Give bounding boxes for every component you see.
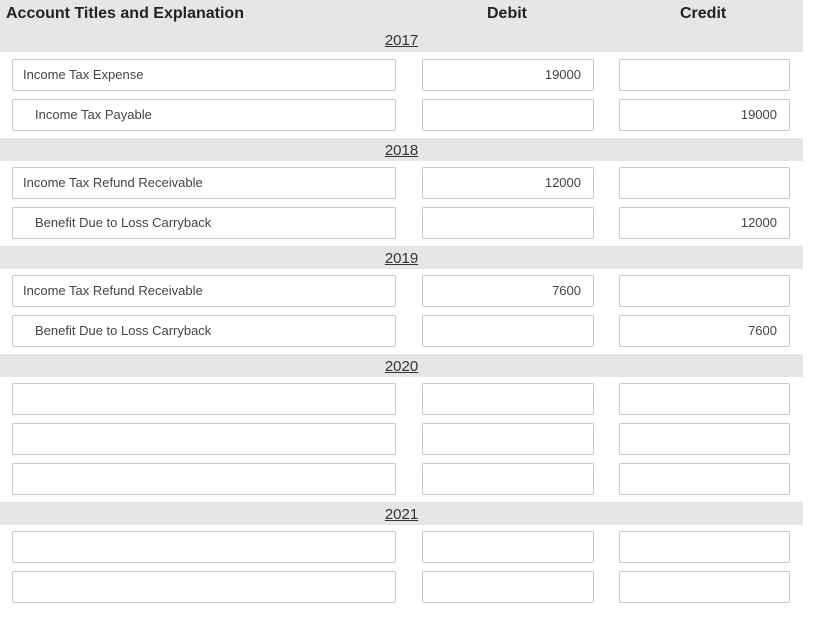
account-title-input[interactable]: Benefit Due to Loss Carryback xyxy=(12,207,396,239)
account-title-input[interactable]: Income Tax Expense xyxy=(12,59,396,91)
debit-input[interactable] xyxy=(422,383,594,415)
year-section-2019: 2019 Income Tax Refund Receivable 7600 Bene… xyxy=(0,241,815,349)
debit-input[interactable] xyxy=(422,423,594,455)
year-section-2018: 2018 Income Tax Refund Receivable 12000 Ben… xyxy=(0,133,815,241)
credit-input[interactable] xyxy=(619,383,790,415)
journal-row xyxy=(0,565,815,605)
debit-input[interactable] xyxy=(422,99,594,131)
account-title-input[interactable] xyxy=(12,423,396,455)
account-title-input[interactable] xyxy=(12,463,396,495)
journal-entries: Income Tax Expense 19000 Income Tax Payabl… xyxy=(0,52,815,605)
account-title-input[interactable]: Income Tax Payable xyxy=(12,99,396,131)
debit-input[interactable] xyxy=(422,463,594,495)
journal-row: Income Tax Refund Receivable 7600 xyxy=(0,269,815,309)
year-section-2017: Income Tax Expense 19000 Income Tax Payabl… xyxy=(0,52,815,133)
year-label: 2017 xyxy=(384,32,419,49)
year-band: 2020 xyxy=(0,354,803,377)
table-header: Account Titles and Explanation Debit Cre… xyxy=(0,0,803,52)
journal-row xyxy=(0,525,815,565)
journal-row: Income Tax Payable 19000 xyxy=(0,93,815,133)
debit-input[interactable]: 12000 xyxy=(422,167,594,199)
debit-input[interactable]: 7600 xyxy=(422,275,594,307)
journal-row: Income Tax Refund Receivable 12000 xyxy=(0,161,815,201)
credit-input[interactable] xyxy=(619,167,790,199)
year-label: 2018 xyxy=(384,142,419,159)
journal-row: Benefit Due to Loss Carryback 7600 xyxy=(0,309,815,349)
year-section-2020: 2020 xyxy=(0,349,815,497)
account-title-input[interactable]: Income Tax Refund Receivable xyxy=(12,275,396,307)
year-band: 2018 xyxy=(0,138,803,161)
debit-input[interactable] xyxy=(422,531,594,563)
year-section-2021: 2021 xyxy=(0,497,815,605)
year-band: 2019 xyxy=(0,246,803,269)
debit-input[interactable] xyxy=(422,207,594,239)
credit-input[interactable] xyxy=(619,423,790,455)
journal-row: Income Tax Expense 19000 xyxy=(0,53,815,93)
credit-input[interactable] xyxy=(619,275,790,307)
debit-input[interactable] xyxy=(422,315,594,347)
journal-row xyxy=(0,457,815,497)
account-column-header: Account Titles and Explanation xyxy=(6,5,244,22)
journal-row xyxy=(0,417,815,457)
account-title-input[interactable]: Income Tax Refund Receivable xyxy=(12,167,396,199)
account-title-input[interactable] xyxy=(12,571,396,603)
year-label: 2019 xyxy=(384,250,419,267)
year-label: 2021 xyxy=(384,506,419,523)
credit-input[interactable] xyxy=(619,571,790,603)
account-title-input[interactable] xyxy=(12,531,396,563)
account-title-input[interactable] xyxy=(12,383,396,415)
credit-input[interactable] xyxy=(619,531,790,563)
credit-input[interactable]: 12000 xyxy=(619,207,790,239)
debit-column-header: Debit xyxy=(487,5,527,22)
year-band: 2021 xyxy=(0,502,803,525)
credit-input[interactable] xyxy=(619,463,790,495)
journal-row: Benefit Due to Loss Carryback 12000 xyxy=(0,201,815,241)
debit-input[interactable] xyxy=(422,571,594,603)
credit-input[interactable]: 7600 xyxy=(619,315,790,347)
year-label: 2020 xyxy=(384,358,419,375)
credit-input[interactable]: 19000 xyxy=(619,99,790,131)
journal-row xyxy=(0,377,815,417)
credit-input[interactable] xyxy=(619,59,790,91)
account-title-input[interactable]: Benefit Due to Loss Carryback xyxy=(12,315,396,347)
debit-input[interactable]: 19000 xyxy=(422,59,594,91)
credit-column-header: Credit xyxy=(680,5,727,22)
